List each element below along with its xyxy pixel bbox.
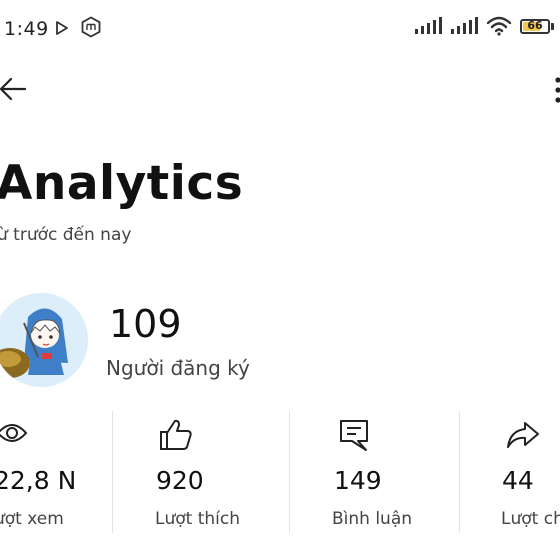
- likes-label: Lượt thích: [155, 509, 240, 529]
- subscriber-label: Người đăng ký: [106, 356, 250, 380]
- cell-signal-1-icon: [415, 17, 442, 34]
- app-notification-icon: [81, 16, 101, 38]
- status-icons: 66: [414, 16, 554, 36]
- eye-icon: [0, 424, 28, 442]
- back-arrow-icon[interactable]: [0, 74, 28, 104]
- page-title: Analytics: [0, 156, 244, 211]
- comment-icon: [340, 420, 368, 451]
- period-label: ừ trước đến nay: [0, 225, 132, 245]
- divider: [459, 411, 460, 533]
- battery-icon: 66: [520, 18, 550, 34]
- share-icon: [507, 422, 539, 448]
- wifi-icon: [486, 16, 512, 36]
- views-label: ượt xem: [0, 509, 64, 529]
- likes-value: 920: [156, 466, 204, 495]
- more-options-icon[interactable]: [552, 76, 560, 106]
- thumbs-up-icon: [160, 419, 192, 450]
- play-store-icon: [56, 21, 68, 35]
- shares-label: Lượt ch: [501, 509, 560, 529]
- battery-level: 66: [527, 18, 543, 32]
- channel-avatar[interactable]: [0, 293, 88, 387]
- divider: [112, 411, 113, 533]
- views-value: 22,8 N: [0, 466, 77, 495]
- status-time: 1:49: [4, 18, 49, 40]
- comments-value: 149: [334, 466, 382, 495]
- subscriber-count: 109: [109, 302, 182, 346]
- comments-label: Bình luận: [332, 509, 413, 529]
- cell-signal-2-icon: [451, 17, 478, 34]
- shares-value: 44: [502, 466, 534, 495]
- divider: [289, 411, 290, 533]
